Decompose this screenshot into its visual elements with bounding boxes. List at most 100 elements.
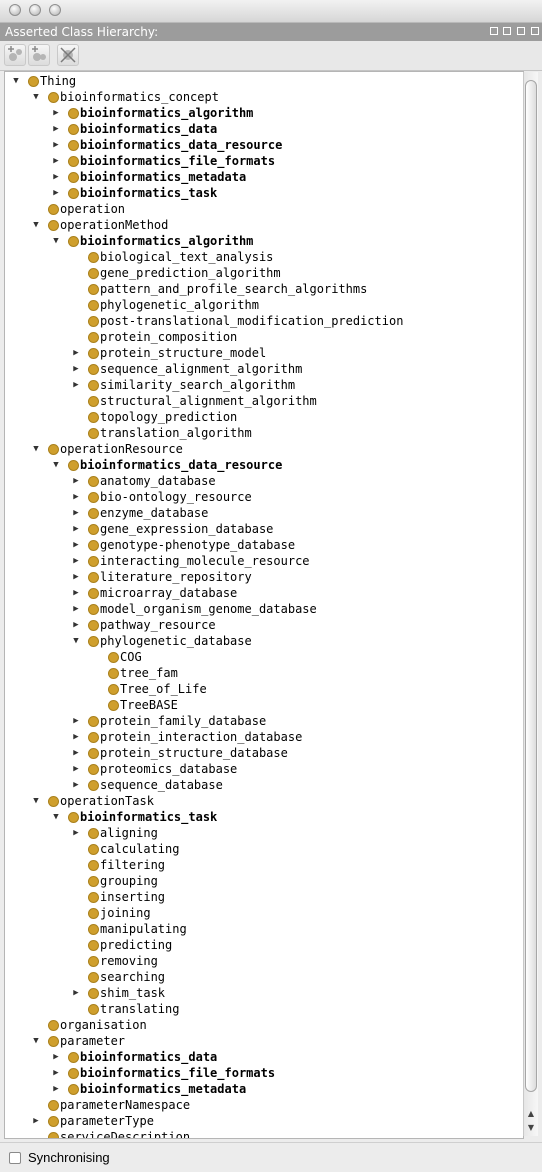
tree-node[interactable]: pattern_and_profile_search_algorithms [5, 281, 523, 297]
collapsed-triangle-icon[interactable]: ▶ [71, 553, 81, 569]
tree-node[interactable]: ▶ bioinformatics_algorithm [5, 105, 523, 121]
collapsed-triangle-icon[interactable]: ▶ [71, 505, 81, 521]
class-hierarchy-tree[interactable]: ▼ Thing ▼ bioinformatics_concept ▶ bioinforma… [4, 71, 524, 1139]
delete-class-button[interactable] [57, 44, 79, 66]
tree-node[interactable]: ▶ genotype-phenotype_database [5, 537, 523, 553]
tree-node[interactable]: ▶ protein_interaction_database [5, 729, 523, 745]
expanded-triangle-icon[interactable]: ▼ [31, 1033, 41, 1049]
collapsed-triangle-icon[interactable]: ▶ [51, 137, 61, 153]
tree-node[interactable]: ▶ protein_structure_database [5, 745, 523, 761]
expanded-triangle-icon[interactable]: ▼ [31, 217, 41, 233]
tree-node[interactable]: ▼ operationResource [5, 441, 523, 457]
scroll-down-icon[interactable]: ▼ [524, 1122, 538, 1134]
collapsed-triangle-icon[interactable]: ▶ [71, 345, 81, 361]
tree-node[interactable]: phylogenetic_algorithm [5, 297, 523, 313]
collapsed-triangle-icon[interactable]: ▶ [31, 1113, 41, 1129]
collapsed-triangle-icon[interactable]: ▶ [71, 585, 81, 601]
tree-node[interactable]: ▼ bioinformatics_task [5, 809, 523, 825]
tree-node[interactable]: ▶ sequence_database [5, 777, 523, 793]
tree-node[interactable]: operation [5, 201, 523, 217]
tree-node[interactable]: protein_composition [5, 329, 523, 345]
tree-node[interactable]: ▶ gene_expression_database [5, 521, 523, 537]
tree-node[interactable]: ▼ operationTask [5, 793, 523, 809]
tree-node[interactable]: ▶ bioinformatics_task [5, 185, 523, 201]
tree-node[interactable]: ▶ protein_structure_model [5, 345, 523, 361]
collapsed-triangle-icon[interactable]: ▶ [71, 601, 81, 617]
expanded-triangle-icon[interactable]: ▼ [31, 441, 41, 457]
collapsed-triangle-icon[interactable]: ▶ [71, 377, 81, 393]
tree-node[interactable]: calculating [5, 841, 523, 857]
collapsed-triangle-icon[interactable]: ▶ [71, 569, 81, 585]
tree-node[interactable]: ▶ proteomics_database [5, 761, 523, 777]
scroll-up-icon[interactable]: ▲ [524, 1108, 538, 1120]
tree-node[interactable]: ▶ bioinformatics_data [5, 1049, 523, 1065]
tree-node[interactable]: inserting [5, 889, 523, 905]
tree-node[interactable]: parameterNamespace [5, 1097, 523, 1113]
tree-node[interactable]: removing [5, 953, 523, 969]
collapsed-triangle-icon[interactable]: ▶ [71, 985, 81, 1001]
collapsed-triangle-icon[interactable]: ▶ [51, 153, 61, 169]
collapsed-triangle-icon[interactable]: ▶ [51, 1065, 61, 1081]
collapsed-triangle-icon[interactable]: ▶ [71, 617, 81, 633]
tree-node[interactable]: ▼ bioinformatics_concept [5, 89, 523, 105]
tree-node[interactable]: TreeBASE [5, 697, 523, 713]
split-view-icon[interactable] [489, 27, 498, 35]
tree-node[interactable]: translation_algorithm [5, 425, 523, 441]
expanded-triangle-icon[interactable]: ▼ [11, 73, 21, 89]
tree-node[interactable]: translating [5, 1001, 523, 1017]
expanded-triangle-icon[interactable]: ▼ [31, 89, 41, 105]
collapsed-triangle-icon[interactable]: ▶ [71, 777, 81, 793]
add-subclass-button[interactable] [4, 44, 26, 66]
collapsed-triangle-icon[interactable]: ▶ [71, 761, 81, 777]
collapsed-triangle-icon[interactable]: ▶ [71, 713, 81, 729]
minimize-panel-icon[interactable] [503, 27, 512, 35]
tree-node[interactable]: ▶ parameterType [5, 1113, 523, 1129]
minimize-window-button[interactable] [29, 4, 41, 16]
tree-node[interactable]: ▶ pathway_resource [5, 617, 523, 633]
add-sibling-button[interactable] [28, 44, 50, 66]
tree-node[interactable]: ▶ protein_family_database [5, 713, 523, 729]
tree-node[interactable]: ▶ literature_repository [5, 569, 523, 585]
tree-node[interactable]: ▶ microarray_database [5, 585, 523, 601]
tree-node[interactable]: topology_prediction [5, 409, 523, 425]
tree-node[interactable]: COG [5, 649, 523, 665]
tree-node[interactable]: ▶ bioinformatics_data_resource [5, 137, 523, 153]
expanded-triangle-icon[interactable]: ▼ [31, 793, 41, 809]
collapsed-triangle-icon[interactable]: ▶ [71, 473, 81, 489]
tree-node[interactable]: gene_prediction_algorithm [5, 265, 523, 281]
collapsed-triangle-icon[interactable]: ▶ [51, 1081, 61, 1097]
tree-node[interactable]: ▶ bioinformatics_file_formats [5, 153, 523, 169]
collapsed-triangle-icon[interactable]: ▶ [51, 185, 61, 201]
expanded-triangle-icon[interactable]: ▼ [51, 233, 61, 249]
tree-node[interactable]: ▶ sequence_alignment_algorithm [5, 361, 523, 377]
tree-node[interactable]: ▶ similarity_search_algorithm [5, 377, 523, 393]
tree-node[interactable]: ▶ bioinformatics_file_formats [5, 1065, 523, 1081]
collapsed-triangle-icon[interactable]: ▶ [51, 121, 61, 137]
tree-node[interactable]: ▶ enzyme_database [5, 505, 523, 521]
tree-node[interactable]: ▶ bioinformatics_metadata [5, 1081, 523, 1097]
tree-node[interactable]: structural_alignment_algorithm [5, 393, 523, 409]
tree-node[interactable]: ▶ bio-ontology_resource [5, 489, 523, 505]
scrollbar-thumb[interactable] [525, 80, 537, 1092]
tree-node[interactable]: serviceDescription [5, 1129, 523, 1138]
tree-node[interactable]: ▼ parameter [5, 1033, 523, 1049]
tree-node[interactable]: predicting [5, 937, 523, 953]
collapsed-triangle-icon[interactable]: ▶ [51, 105, 61, 121]
tree-node[interactable]: biological_text_analysis [5, 249, 523, 265]
tree-node[interactable]: ▼ bioinformatics_algorithm [5, 233, 523, 249]
collapsed-triangle-icon[interactable]: ▶ [71, 537, 81, 553]
collapsed-triangle-icon[interactable]: ▶ [51, 1049, 61, 1065]
tree-node[interactable]: post-translational_modification_predicti… [5, 313, 523, 329]
tree-node[interactable]: ▶ anatomy_database [5, 473, 523, 489]
tree-node[interactable]: tree_fam [5, 665, 523, 681]
tree-node[interactable]: ▶ aligning [5, 825, 523, 841]
expanded-triangle-icon[interactable]: ▼ [51, 809, 61, 825]
maximize-panel-icon[interactable] [517, 27, 526, 35]
tree-node[interactable]: grouping [5, 873, 523, 889]
expanded-triangle-icon[interactable]: ▼ [51, 457, 61, 473]
collapsed-triangle-icon[interactable]: ▶ [71, 521, 81, 537]
tree-node[interactable]: manipulating [5, 921, 523, 937]
collapsed-triangle-icon[interactable]: ▶ [71, 745, 81, 761]
tree-node[interactable]: ▼ operationMethod [5, 217, 523, 233]
tree-node[interactable]: organisation [5, 1017, 523, 1033]
